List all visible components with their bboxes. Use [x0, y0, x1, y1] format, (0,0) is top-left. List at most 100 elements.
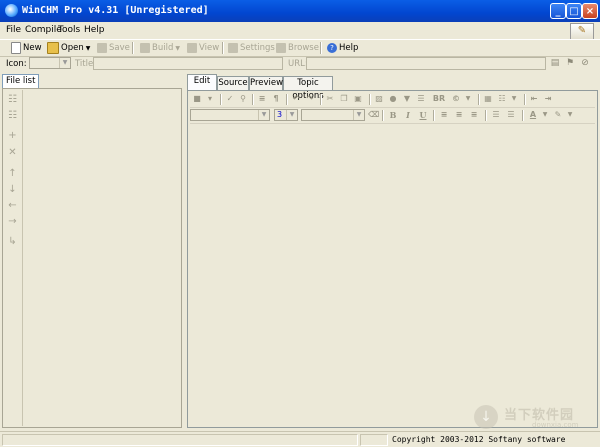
italic-button[interactable]: I [403, 110, 413, 120]
icon-label: Icon: [6, 59, 27, 69]
title-bar[interactable]: WinCHM Pro v4.31 [Unregistered] _ □ × [0, 0, 600, 22]
sort-desc-icon[interactable]: ☷ [7, 110, 18, 121]
move-right-icon[interactable]: → [7, 216, 18, 227]
page-icon[interactable]: ▤ [550, 58, 560, 68]
numbered-list-icon[interactable]: ☰ [491, 110, 501, 120]
highlight-icon[interactable]: ✎ [553, 110, 563, 120]
app-icon[interactable] [5, 4, 18, 17]
title-input[interactable] [93, 57, 283, 70]
tab-file-list[interactable]: File list [2, 74, 40, 88]
copy-icon[interactable]: ❐ [339, 94, 349, 104]
editor-panel: Edit Source Preview Topic options ■ ▾ ✓ … [187, 74, 598, 430]
table-menu-icon[interactable]: ☷ [497, 94, 507, 104]
outdent-row-icon[interactable]: ⇥ [543, 94, 553, 104]
toolbar-separator [320, 42, 322, 54]
chevron-down-icon: ▼ [353, 110, 364, 120]
chevron-down-icon[interactable]: ▼ [565, 110, 575, 120]
tab-topic-options[interactable]: Topic options [283, 76, 333, 101]
bold-button[interactable]: B [388, 110, 398, 120]
open-dropdown-icon[interactable]: ▼ [86, 45, 91, 52]
help-button[interactable]: ? Help [327, 41, 358, 55]
font-size-value: 3 [277, 110, 283, 119]
file-list-tool-strip: ☷ ☷ + ✕ ↑ ↓ ← → ↳ [4, 90, 23, 426]
underline-button[interactable]: U [418, 110, 428, 120]
paste-icon[interactable]: ▣ [353, 94, 363, 104]
move-up-icon[interactable]: ↑ [7, 168, 18, 179]
context-help-icon[interactable]: ✎ [570, 23, 594, 40]
move-down-icon[interactable]: ↓ [7, 184, 18, 195]
image-icon[interactable]: ▨ [374, 94, 384, 104]
insert-menu-icon[interactable]: ▾ [205, 94, 215, 104]
clear-icon[interactable]: ⊘ [580, 58, 590, 68]
toolbar-separator [522, 110, 524, 121]
view-icon [187, 43, 197, 53]
icon-select[interactable]: ▼ [29, 57, 71, 69]
indent-row-icon[interactable]: ⇤ [529, 94, 539, 104]
cut-icon[interactable]: ✂ [325, 94, 335, 104]
font-color-icon[interactable]: A [528, 110, 538, 120]
menu-help[interactable]: Help [84, 25, 105, 35]
table-icon[interactable]: ▦ [483, 94, 493, 104]
copyright-text: Copyright 2003-2012 Softany software [392, 435, 566, 444]
format-icon[interactable]: ≡ [257, 94, 267, 104]
redo-icon[interactable]: ↷ [305, 94, 315, 104]
menu-compile[interactable]: Compile [25, 25, 62, 35]
align-center-icon[interactable]: ≡ [454, 110, 464, 120]
add-icon[interactable]: + [7, 130, 18, 141]
paragraph-icon[interactable]: ¶ [271, 94, 281, 104]
font-size-select[interactable]: 3 ▼ [274, 109, 298, 121]
flag-icon[interactable]: ⚑ [565, 58, 575, 68]
save-button[interactable]: Save [97, 41, 130, 55]
settings-button[interactable]: Settings [228, 41, 275, 55]
font-name-select[interactable]: ▼ [301, 109, 365, 121]
chevron-down-icon: ▼ [286, 110, 297, 120]
tab-source[interactable]: Source [217, 76, 249, 90]
menu-file[interactable]: File [6, 25, 21, 35]
open-button[interactable]: Open ▼ [47, 41, 90, 55]
style-select[interactable]: ▼ [190, 109, 270, 121]
bullet-list-icon[interactable]: ☰ [506, 110, 516, 120]
file-list-panel: File list ☷ ☷ + ✕ ↑ ↓ ← → ↳ [2, 74, 182, 430]
build-dropdown-icon[interactable]: ▼ [175, 45, 180, 52]
chevron-down-icon[interactable]: ▼ [463, 94, 473, 104]
browse-button[interactable]: Browse [276, 41, 319, 55]
menu-tools[interactable]: Tools [58, 25, 80, 35]
chevron-down-icon[interactable]: ▼ [540, 110, 550, 120]
find-icon[interactable]: ⚲ [238, 94, 248, 104]
maximize-button[interactable]: □ [566, 3, 582, 19]
wysiwyg-editor-area[interactable] [190, 125, 595, 426]
sort-asc-icon[interactable]: ☷ [7, 94, 18, 105]
format-toolbar-row-1: ■ ▾ ✓ ⚲ ≡ ¶ ↶ ↷ ✂ ❐ ▣ ▨ ● ▼ ☰ BR © ▼ ▦ ☷… [190, 92, 595, 108]
build-button[interactable]: Build ▼ [140, 41, 180, 55]
insert-icon[interactable]: ↳ [7, 236, 18, 247]
undo-icon[interactable]: ↶ [291, 94, 301, 104]
toolbar-separator [478, 94, 480, 105]
panel-splitter[interactable] [183, 74, 186, 430]
editor-frame: ■ ▾ ✓ ⚲ ≡ ¶ ↶ ↷ ✂ ❐ ▣ ▨ ● ▼ ☰ BR © ▼ ▦ ☷… [187, 90, 598, 428]
chevron-down-icon[interactable]: ▼ [509, 94, 519, 104]
minimize-button[interactable]: _ [550, 3, 566, 19]
toolbar-separator [132, 42, 134, 54]
move-left-icon[interactable]: ← [7, 200, 18, 211]
align-right-icon[interactable]: ≡ [469, 110, 479, 120]
status-pane-main [2, 434, 358, 446]
spellcheck-icon[interactable]: ✓ [225, 94, 235, 104]
tab-preview[interactable]: Preview [249, 76, 283, 90]
align-left-icon[interactable]: ≡ [439, 110, 449, 120]
special-char-icon[interactable]: © [451, 94, 461, 104]
horizontal-rule-icon[interactable]: ☰ [416, 94, 426, 104]
main-toolbar: New Open ▼ Save Build ▼ View Settings Br [0, 39, 600, 57]
new-button[interactable]: New [11, 41, 42, 55]
save-icon[interactable]: ■ [192, 94, 202, 104]
bookmark-icon[interactable]: ▼ [402, 94, 412, 104]
toolbar-separator [286, 94, 288, 105]
link-icon[interactable]: ● [388, 94, 398, 104]
view-button[interactable]: View [187, 41, 219, 55]
delete-icon[interactable]: ✕ [7, 147, 18, 158]
close-button[interactable]: × [582, 3, 598, 19]
url-input[interactable] [306, 57, 546, 70]
line-break-icon[interactable]: BR [432, 94, 446, 104]
tab-edit[interactable]: Edit [187, 74, 217, 90]
build-icon [140, 43, 150, 53]
eraser-icon[interactable]: ⌫ [368, 110, 379, 120]
